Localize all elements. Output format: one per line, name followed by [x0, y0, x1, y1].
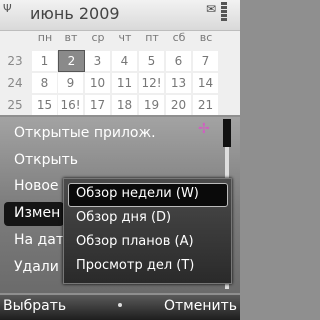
day-cell[interactable]: 12! — [139, 73, 164, 93]
cancel-softkey[interactable]: Отменить — [164, 298, 237, 314]
weekday-label: ср — [91, 31, 105, 44]
day-cell[interactable]: 6 — [166, 51, 191, 71]
menu-item-go-to-date[interactable]: На дат — [14, 232, 64, 248]
day-cell[interactable]: 14 — [193, 73, 218, 93]
scrollbar-thumb[interactable] — [223, 119, 231, 147]
day-cell-today[interactable]: 2 — [58, 50, 85, 72]
day-cell[interactable]: 19 — [139, 95, 164, 115]
day-cell[interactable]: 11 — [112, 73, 137, 93]
center-key-indicator — [118, 303, 122, 307]
message-icon: ✉ — [206, 2, 217, 16]
day-cell[interactable]: 15 — [32, 95, 57, 115]
signal-icon: Ψ — [3, 2, 12, 15]
status-bar: Ψ июнь 2009 ✉ — [0, 0, 240, 31]
day-cell[interactable]: 1 — [32, 51, 57, 71]
day-cell[interactable]: 21 — [193, 95, 218, 115]
weekday-label: пт — [145, 31, 159, 44]
day-cell[interactable]: 3 — [85, 51, 110, 71]
weekday-label: пн — [37, 31, 53, 44]
menu-item-new[interactable]: Новое — [14, 178, 59, 194]
menu-item-open-apps[interactable]: Открытые прилож. — [14, 125, 156, 141]
week-number: 23 — [7, 54, 23, 68]
day-cell[interactable]: 16! — [58, 95, 83, 115]
week-number: 24 — [7, 76, 23, 90]
weekday-label: вс — [199, 31, 213, 44]
submenu-item-todo-view[interactable]: Просмотр дел (T) — [76, 258, 194, 273]
weekday-label: сб — [172, 31, 186, 44]
menu-item-delete[interactable]: Удали — [14, 259, 59, 275]
day-cell[interactable]: 8 — [32, 73, 57, 93]
day-cell[interactable]: 7 — [193, 51, 218, 71]
day-cell[interactable]: 17 — [85, 95, 110, 115]
battery-icon — [221, 1, 227, 27]
view-submenu: Обзор недели (W) Обзор дня (D) Обзор пла… — [63, 178, 232, 284]
month-year-title: июнь 2009 — [30, 4, 120, 23]
submenu-item-agenda-view[interactable]: Обзор планов (A) — [76, 234, 194, 249]
menu-item-open[interactable]: Открыть — [14, 152, 78, 168]
day-cell[interactable]: 18 — [112, 95, 137, 115]
submenu-item-day-view[interactable]: Обзор дня (D) — [76, 210, 171, 225]
month-calendar: пн вт ср чт пт сб вс 23 1 2 3 4 5 6 7 24… — [0, 31, 240, 115]
weekday-label: вт — [64, 31, 78, 44]
softkey-bar: Выбрать Отменить — [0, 295, 240, 320]
sparkle-icon: ✢ — [198, 121, 210, 137]
select-softkey[interactable]: Выбрать — [3, 298, 66, 314]
day-cell[interactable]: 5 — [139, 51, 164, 71]
day-cell[interactable]: 10 — [85, 73, 110, 93]
day-cell[interactable]: 9 — [58, 73, 83, 93]
week-number: 25 — [7, 98, 23, 112]
day-cell[interactable]: 20 — [166, 95, 191, 115]
submenu-item-week-view[interactable]: Обзор недели (W) — [76, 186, 199, 201]
menu-item-change-view[interactable]: Измен — [14, 205, 60, 221]
weekday-label: чт — [118, 31, 132, 44]
day-cell[interactable]: 4 — [112, 51, 137, 71]
day-cell[interactable]: 13 — [166, 73, 191, 93]
